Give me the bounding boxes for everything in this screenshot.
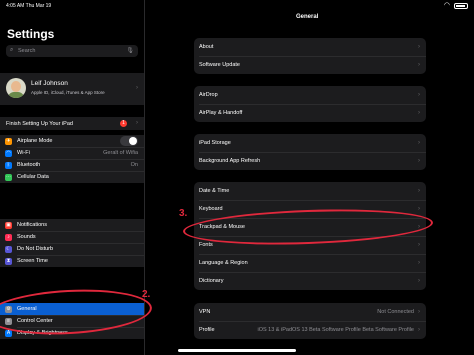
- airplane-icon: ✈: [5, 137, 12, 145]
- general-about-group: About › Software Update ›: [194, 38, 426, 74]
- avatar: [6, 78, 26, 98]
- chevron-right-icon: ›: [418, 188, 420, 194]
- sidebar-item-label: Cellular Data: [17, 174, 49, 180]
- general-item-label: Profile: [199, 327, 215, 333]
- sidebar-item-notifications[interactable]: ▣ Notifications: [0, 219, 144, 231]
- notifications-group: ▣ Notifications ♪ Sounds ☾ Do Not Distur…: [0, 219, 144, 267]
- chevron-right-icon: ›: [418, 206, 420, 212]
- sidebar-item-label: Screen Time: [17, 258, 48, 264]
- connectivity-group: ✈ Airplane Mode ◠ Wi-Fi Geralt of Wifia …: [0, 135, 144, 183]
- annotation-label-3: 3.: [179, 208, 188, 219]
- general-vpn-group: VPN Not Connected › Profile iOS 13 & iPa…: [194, 303, 426, 339]
- sounds-icon: ♪: [5, 233, 12, 241]
- general-item-background-app-refresh[interactable]: Background App Refresh ›: [194, 152, 426, 170]
- status-time: 4:05 AM Thu Mar 19: [6, 3, 52, 9]
- general-item-about[interactable]: About ›: [194, 38, 426, 56]
- moon-icon: ☾: [5, 245, 12, 253]
- general-item-label: About: [199, 44, 214, 50]
- airplane-mode-toggle[interactable]: [120, 136, 138, 146]
- general-item-label: VPN: [199, 309, 211, 315]
- profile-name: Leif Johnson: [31, 80, 68, 87]
- page-title: General: [296, 14, 319, 20]
- sidebar-item-label: Wi-Fi: [17, 150, 30, 156]
- chevron-right-icon: ›: [136, 85, 138, 91]
- chevron-right-icon: ›: [418, 327, 420, 333]
- general-item-date-time[interactable]: Date & Time ›: [194, 182, 426, 200]
- general-item-label: Background App Refresh: [199, 158, 261, 164]
- finish-setup-label: Finish Setting Up Your iPad: [6, 121, 73, 127]
- annotation-label-2: 2.: [142, 289, 151, 300]
- sidebar-item-screen-time[interactable]: ⧗ Screen Time: [0, 255, 144, 267]
- general-item-label: Software Update: [199, 62, 240, 68]
- chevron-right-icon: ›: [418, 62, 420, 68]
- general-item-label: AirPlay & Handoff: [199, 110, 243, 116]
- chevron-right-icon: ›: [418, 110, 420, 116]
- chevron-right-icon: ›: [136, 120, 138, 126]
- sidebar-item-label: Do Not Disturb: [17, 246, 54, 252]
- chevron-right-icon: ›: [418, 242, 420, 248]
- general-item-label: Date & Time: [199, 188, 230, 194]
- general-storage-group: iPad Storage › Background App Refresh ›: [194, 134, 426, 170]
- bluetooth-value: On: [130, 162, 138, 168]
- search-placeholder: Search: [18, 48, 36, 54]
- general-item-dictionary[interactable]: Dictionary ›: [194, 272, 426, 290]
- wifi-icon: ◠: [5, 149, 12, 157]
- profile-row[interactable]: Leif Johnson Apple ID, iCloud, iTunes & …: [0, 73, 144, 105]
- general-item-label: Dictionary: [199, 278, 224, 284]
- general-airdrop-group: AirDrop › AirPlay & Handoff ›: [194, 86, 426, 122]
- chevron-right-icon: ›: [418, 278, 420, 284]
- sidebar-item-label: Airplane Mode: [17, 138, 53, 144]
- search-field[interactable]: ⌕ Search 🎙︎: [6, 45, 138, 57]
- chevron-right-icon: ›: [418, 260, 420, 266]
- profile-value: iOS 13 & iPadOS 13 Beta Software Profile…: [257, 327, 414, 333]
- chevron-right-icon: ›: [418, 92, 420, 98]
- chevron-right-icon: ›: [418, 309, 420, 315]
- sidebar-item-airplane-mode[interactable]: ✈ Airplane Mode: [0, 135, 144, 147]
- chevron-right-icon: ›: [418, 158, 420, 164]
- chevron-right-icon: ›: [418, 44, 420, 50]
- general-item-label: AirDrop: [199, 92, 218, 98]
- chevron-right-icon: ›: [418, 140, 420, 146]
- wifi-network-value: Geralt of Wifia: [103, 150, 138, 156]
- general-item-vpn[interactable]: VPN Not Connected ›: [194, 303, 426, 321]
- sidebar-item-sounds[interactable]: ♪ Sounds: [0, 231, 144, 243]
- general-item-profile[interactable]: Profile iOS 13 & iPadOS 13 Beta Software…: [194, 321, 426, 339]
- sidebar-item-label: Notifications: [17, 222, 47, 228]
- notifications-icon: ▣: [5, 221, 12, 229]
- general-item-software-update[interactable]: Software Update ›: [194, 56, 426, 74]
- general-item-language-region[interactable]: Language & Region ›: [194, 254, 426, 272]
- sidebar-item-wifi[interactable]: ◠ Wi-Fi Geralt of Wifia: [0, 147, 144, 159]
- cellular-icon: ⋯: [5, 173, 12, 181]
- sidebar-item-do-not-disturb[interactable]: ☾ Do Not Disturb: [0, 243, 144, 255]
- search-icon: ⌕: [10, 47, 14, 53]
- general-item-ipad-storage[interactable]: iPad Storage ›: [194, 134, 426, 152]
- finish-setup-row[interactable]: Finish Setting Up Your iPad 1 ›: [0, 117, 144, 130]
- sidebar-item-cellular-data[interactable]: ⋯ Cellular Data: [0, 171, 144, 183]
- vpn-status-value: Not Connected: [377, 309, 414, 315]
- bluetooth-icon: ᛒ: [5, 161, 12, 169]
- general-item-label: iPad Storage: [199, 140, 231, 146]
- general-item-label: Language & Region: [199, 260, 248, 266]
- home-indicator[interactable]: [178, 349, 296, 352]
- notification-badge: 1: [120, 120, 127, 127]
- hourglass-icon: ⧗: [5, 257, 12, 265]
- status-bar: 4:05 AM Thu Mar 19 ◠: [0, 0, 474, 12]
- microphone-icon[interactable]: 🎙︎: [126, 47, 134, 54]
- battery-icon: [454, 3, 468, 9]
- general-item-airplay-handoff[interactable]: AirPlay & Handoff ›: [194, 104, 426, 122]
- sidebar-title: Settings: [7, 27, 55, 41]
- general-item-airdrop[interactable]: AirDrop ›: [194, 86, 426, 104]
- profile-subtitle: Apple ID, iCloud, iTunes & App Store: [31, 90, 105, 95]
- sidebar-item-bluetooth[interactable]: ᛒ Bluetooth On: [0, 159, 144, 171]
- sidebar-item-label: Sounds: [17, 234, 36, 240]
- sidebar-item-label: Bluetooth: [17, 162, 41, 168]
- wifi-status-icon: ◠: [443, 2, 450, 9]
